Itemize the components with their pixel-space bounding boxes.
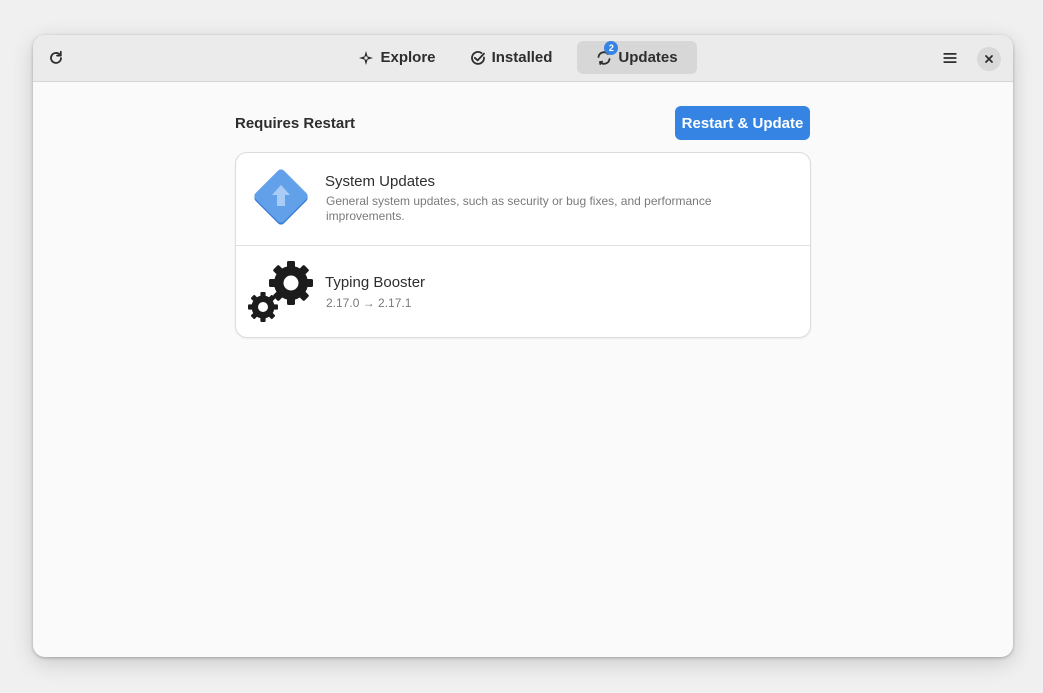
section-title: Requires Restart — [235, 115, 356, 132]
hamburger-menu-icon — [943, 53, 957, 63]
close-window-button[interactable] — [977, 47, 1001, 71]
update-name: System Updates — [325, 173, 436, 190]
updates-count-badge: 2 — [604, 40, 619, 55]
restart-update-button[interactable]: Restart & Update — [675, 106, 810, 140]
explore-icon — [358, 50, 374, 66]
tab-explore-label: Explore — [380, 49, 436, 66]
system-update-icon — [248, 165, 314, 231]
update-version: 2.17.0 → 2.17.1 — [326, 296, 412, 310]
gears-icon — [248, 258, 314, 324]
tab-updates-label: Updates — [618, 49, 678, 66]
headerbar: Explore Installed 2 Updates — [33, 35, 1013, 82]
update-description: General system updates, such as security… — [326, 194, 712, 223]
check-circle-icon — [470, 50, 486, 66]
close-icon — [985, 55, 993, 63]
refresh-icon: 2 — [596, 40, 619, 66]
tab-explore[interactable]: Explore — [349, 41, 445, 74]
tab-updates[interactable]: 2 Updates — [577, 40, 697, 74]
refresh-button[interactable] — [41, 42, 71, 74]
updates-list: System Updates General system updates, s… — [235, 152, 811, 338]
list-item[interactable]: System Updates General system updates, s… — [236, 153, 810, 246]
tab-installed-label: Installed — [491, 49, 553, 66]
view-switcher: Explore Installed 2 Updates — [349, 40, 697, 74]
app-window: Explore Installed 2 Updates Requires Res… — [33, 35, 1013, 657]
refresh-icon — [50, 50, 62, 64]
tab-installed[interactable]: Installed — [449, 41, 573, 74]
update-name: Typing Booster — [325, 274, 426, 291]
main-menu-button[interactable] — [935, 42, 965, 74]
list-item[interactable]: Typing Booster 2.17.0 → 2.17.1 — [236, 246, 810, 337]
